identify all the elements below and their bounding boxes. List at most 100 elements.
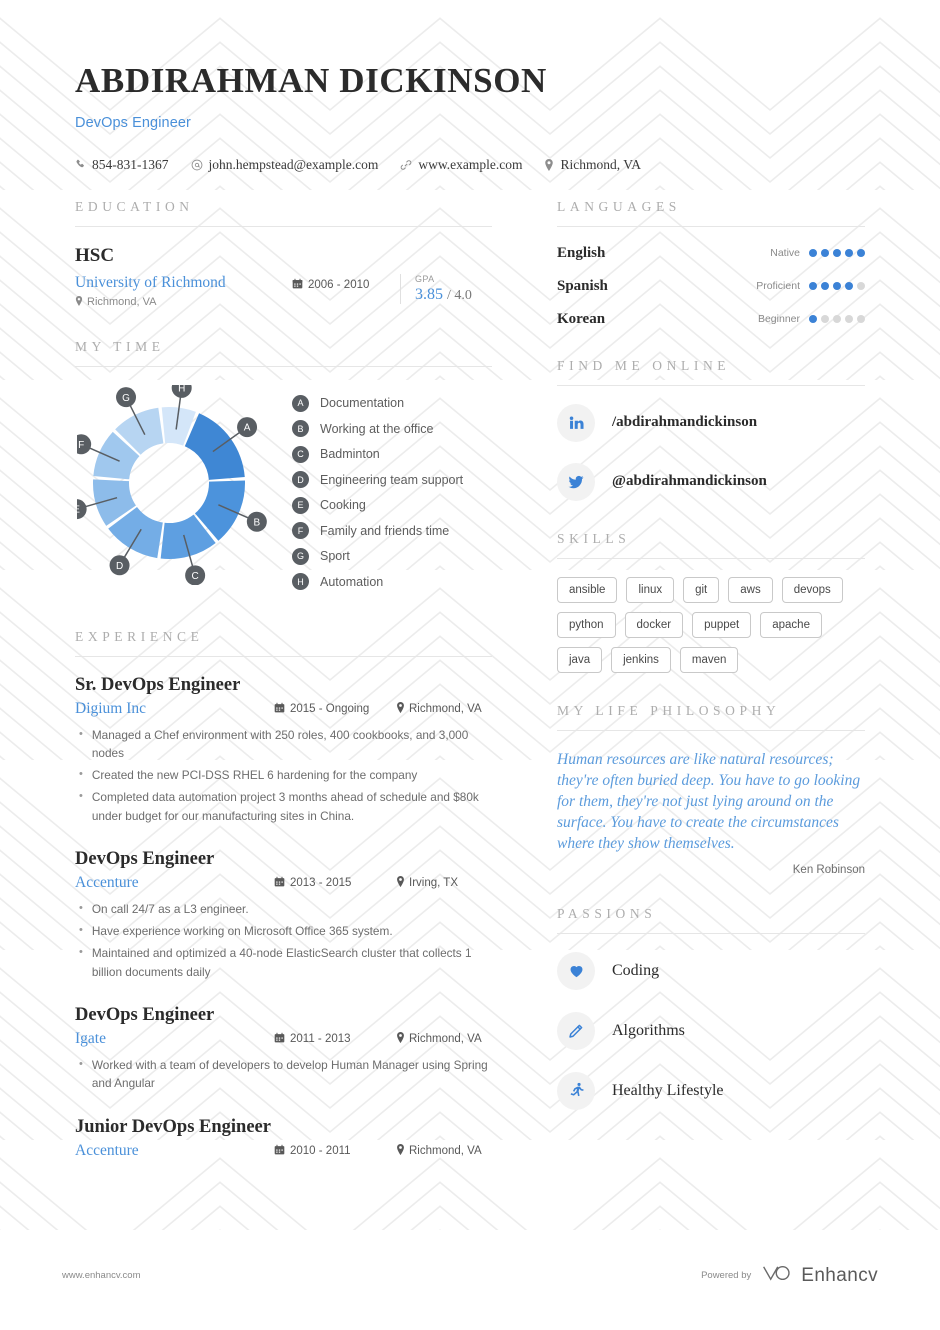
svg-text:B: B [254,517,261,528]
legend-badge-d: D [292,471,309,488]
education-dates-text: 2006 - 2010 [308,278,370,291]
legend-label: Engineering team support [320,472,464,487]
online-item-twitter[interactable]: @abdirahmandickinson [557,462,865,501]
education-location: Richmond, VA [75,295,292,309]
legend-badge-b: B [292,420,309,437]
svg-text:D: D [116,560,123,571]
language-level-dot [809,282,817,290]
skill-tag: jenkins [611,646,671,673]
calendar-icon [274,1032,285,1046]
right-column: LANGUAGES English Native Spanish Proficient… [530,199,865,1190]
svg-text:F: F [78,439,84,450]
experience-location: Richmond, VA [396,1032,492,1046]
language-level-label: Native [770,247,800,259]
experience-dates: 2015 - Ongoing [274,702,396,716]
contact-email[interactable]: john.hempstead@example.com [191,157,378,173]
experience-role: DevOps Engineer [75,1005,215,1026]
section-languages: LANGUAGES English Native Spanish Proficient… [557,199,865,328]
section-title-philosophy: MY LIFE PHILOSOPHY [557,702,781,718]
language-name: Korean [557,310,606,327]
bullet-dot-icon: • [79,924,83,937]
legend-item: G Sport [292,547,463,565]
donut-badge-f: F [77,433,92,454]
language-level-label: Proficient [756,280,800,292]
legend-item: H Automation [292,573,463,590]
phone-icon [75,159,86,170]
experience-company[interactable]: Accenture [75,1142,274,1160]
experience-bullet-text: Completed data automation project 3 mont… [91,790,479,823]
bullet-dot-icon: • [79,1058,83,1071]
contact-website[interactable]: www.example.com [400,157,522,173]
legend-item: F Family and friends time [292,522,463,539]
page-title: ABDIRAHMAN DICKINSON [75,61,547,100]
experience-bullet: • Have experience working on Microsoft Of… [75,922,492,940]
experience-company[interactable]: Accenture [75,874,274,892]
donut-badge-e: E [77,498,87,519]
legend-label: Family and friends time [320,523,450,538]
pencil-icon [557,1011,595,1050]
experience-bullet-text: Have experience working on Microsoft Off… [91,924,393,939]
heart-icon [557,951,595,990]
experience-bullet-text: Managed a Chef environment with 250 role… [91,727,469,760]
experience-bullet: • Completed data automation project 3 mon… [75,788,492,825]
footer-url[interactable]: www.enhancv.com [62,1270,141,1281]
online-item-linkedin[interactable]: /abdirahmandickinson [557,403,865,442]
legend-badge-c: C [292,445,309,463]
skill-tag: devops [781,576,843,603]
education-entry: HSC University of Richmond Richmond, VA [75,245,492,309]
education-degree: HSC [75,244,115,266]
language-level-dots [809,282,865,290]
gpa-max: / 4.0 [447,287,472,303]
calendar-icon [274,702,285,716]
linkedin-icon [557,403,595,442]
calendar-icon [274,876,285,890]
legend-item: B Working at the office [292,420,463,437]
education-school[interactable]: University of Richmond [75,274,292,292]
experience-role: DevOps Engineer [75,848,215,869]
experience-location-text: Richmond, VA [409,1033,482,1046]
passion-item-algorithms: Algorithms [557,1011,865,1050]
my-time-legend: A Documentation B Working at the office C Bad… [292,385,463,599]
language-level-dot [845,315,853,323]
contact-phone-text: 854-831-1367 [92,156,169,172]
experience-bullets: • On call 24/7 as a L3 engineer. • Have exp… [75,900,492,981]
language-level-dot [821,282,829,290]
section-philosophy: MY LIFE PHILOSOPHY Human resources are l… [557,703,865,876]
bullet-dot-icon: • [79,727,83,740]
experience-bullet-text: Worked with a team of developers to deve… [91,1058,488,1091]
section-title-passions: PASSIONS [557,905,657,921]
experience-meta: Accenture 2013 - 2015 Irving, TX [75,874,492,892]
skill-tag: puppet [692,611,752,638]
philosophy-quote: Human resources are like natural resourc… [557,750,861,852]
gpa-label: GPA [415,273,435,284]
skill-tag: docker [624,611,684,638]
email-icon [191,159,203,171]
location-pin-icon [544,158,554,171]
language-row: English Native [557,245,865,262]
job-title-subtitle: DevOps Engineer [75,114,191,131]
language-row: Korean Beginner [557,311,865,328]
experience-dates: 2011 - 2013 [274,1032,396,1046]
experience-dates: 2010 - 2011 [274,1144,396,1158]
passion-label: Coding [612,961,660,979]
language-level-dot [857,249,865,257]
experience-company[interactable]: Digium Inc [75,700,274,718]
divider [557,384,865,386]
language-level-dots [809,315,865,323]
experience-role: Sr. DevOps Engineer [75,674,241,695]
legend-badge-a: A [292,394,309,412]
experience-meta: Igate 2011 - 2013 Richmond, VA [75,1030,492,1048]
passion-item-coding: Coding [557,951,865,990]
divider [75,655,492,657]
language-row: Spanish Proficient [557,278,865,295]
donut-badge-d: D [109,554,130,575]
experience-bullet: • On call 24/7 as a L3 engineer. [75,900,492,918]
experience-bullet: • Managed a Chef environment with 250 rol… [75,726,492,763]
experience-company[interactable]: Igate [75,1030,274,1048]
skill-tag: apache [760,611,822,638]
divider [557,225,865,227]
contact-phone[interactable]: 854-831-1367 [75,157,169,173]
linkedin-handle: /abdirahmandickinson [612,414,758,430]
divider [557,557,865,559]
section-experience: EXPERIENCE Sr. DevOps Engineer Digium Inc… [75,629,492,1160]
